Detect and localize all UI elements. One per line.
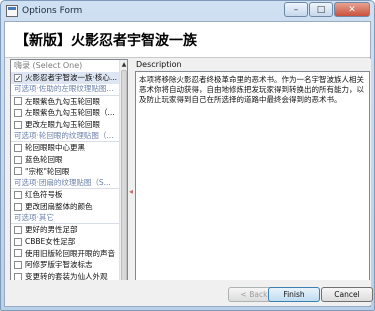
list-group-header: 可选项·轮回眼的纹理贴图（... [11, 130, 121, 143]
group-label: 可选项·其它 [14, 213, 54, 223]
list-item-label: 更改团扇整体的颜色 [25, 201, 93, 211]
list-item-label: 左眼紫色九勾玉轮回眼（... [25, 108, 115, 118]
list-item-label: CBBE女性足部 [25, 236, 76, 246]
list-item[interactable]: 轮回眼眼中心更黑 [11, 142, 121, 154]
group-label: 可选项·佐助的左眼纹理贴图... [14, 84, 114, 94]
list-group-header: 可选项·其它 [11, 212, 121, 225]
title-bar[interactable]: Options Form – □ ✕ [1, 1, 374, 21]
group-label: 可选项·轮回眼的纹理贴图（... [14, 131, 114, 141]
checkbox-icon[interactable] [14, 167, 22, 176]
list-scrollbar[interactable]: ▲ ▼ [119, 60, 127, 304]
split-arrow-icon: ◂ [129, 187, 134, 196]
options-list: 火影忍者宇智波一族·核心... 可选项·佐助的左眼纹理贴图... 左眼紫色九勾玉轮回… [11, 72, 121, 304]
list-item-label: 更好的男性足部 [25, 225, 78, 235]
description-text: 本项将移除火影忍者终极革命里的恶术书。作为一名宇智波族人相关恶术你将自动获得，自… [135, 71, 370, 303]
close-button[interactable]: ✕ [334, 2, 370, 17]
list-item[interactable]: 使用旧版轮回眼开眼的声音 [11, 248, 121, 260]
checkbox-checked-icon[interactable] [14, 73, 22, 82]
checkbox-icon[interactable] [14, 144, 22, 153]
list-item[interactable]: CBBE女性足部 [11, 236, 121, 248]
options-list-panel: 嗨录 (Select One) 火影忍者宇智波一族·核心... 可选项·佐助的左眼… [10, 59, 128, 305]
client-area: 【新版】火影忍者宇智波一族 嗨录 (Select One) 火影忍者宇智波一族·… [4, 21, 373, 307]
list-item[interactable]: 更改左眼九勾玉轮回眼 [11, 119, 121, 131]
page-title: 【新版】火影忍者宇智波一族 [15, 33, 197, 49]
description-label: Description [136, 60, 182, 69]
checkbox-icon[interactable] [14, 202, 22, 211]
list-item-label: 阿修罗版宇智波标志 [25, 260, 93, 270]
window-controls: – □ ✕ [284, 2, 370, 17]
checkbox-icon[interactable] [14, 120, 22, 129]
list-item[interactable]: "宗枢"轮回眼 [11, 166, 121, 178]
group-label: 可选项·团扇的纹理贴图（S... [14, 177, 111, 187]
list-item[interactable]: 左眼紫色九勾玉轮回眼 [11, 96, 121, 108]
checkbox-icon[interactable] [14, 237, 22, 246]
checkbox-icon[interactable] [14, 249, 22, 258]
button-bar: < Back Finish Cancel [5, 280, 373, 306]
maximize-button[interactable]: □ [309, 2, 333, 17]
list-item[interactable]: 更改团扇整体的颜色 [11, 201, 121, 213]
list-item[interactable]: 左眼紫色九勾玉轮回眼（... [11, 107, 121, 119]
list-item-label: 使用旧版轮回眼开眼的声音 [25, 248, 115, 258]
description-panel: Description 本项将移除火影忍者终极革命里的恶术书。作为一名宇智波族人… [135, 59, 371, 305]
checkbox-icon[interactable] [14, 190, 22, 199]
list-item[interactable]: 火影忍者宇智波一族·核心... [11, 72, 121, 84]
checkbox-icon[interactable] [14, 226, 22, 235]
header-banner: 【新版】火影忍者宇智波一族 [5, 22, 370, 58]
list-item-label: 更改左眼九勾玉轮回眼 [25, 119, 100, 129]
scroll-thumb[interactable] [121, 70, 127, 296]
checkbox-icon[interactable] [14, 155, 22, 164]
minimize-button[interactable]: – [284, 2, 308, 17]
list-group-header: 可选项·团扇的纹理贴图（S... [11, 177, 121, 190]
finish-button[interactable]: Finish [268, 287, 320, 302]
list-item[interactable]: 更好的男性足部 [11, 224, 121, 236]
checkbox-icon[interactable] [14, 260, 22, 269]
list-item-label: 火影忍者宇智波一族·核心... [25, 73, 118, 82]
list-item-label: 红色符号板 [25, 190, 63, 200]
list-item-label: 轮回眼眼中心更黑 [25, 143, 85, 153]
scroll-up-arrow-icon[interactable]: ▲ [120, 60, 128, 69]
list-item[interactable]: 阿修罗版宇智波标志 [11, 259, 121, 271]
app-icon [6, 5, 18, 17]
list-item[interactable]: 蓝色轮回眼 [11, 154, 121, 166]
list-item-label: 蓝色轮回眼 [25, 154, 63, 164]
panel-splitter[interactable]: ◂ [128, 59, 135, 305]
list-item[interactable]: 红色符号板 [11, 189, 121, 201]
checkbox-icon[interactable] [14, 108, 22, 117]
list-item-label: "宗枢"轮回眼 [25, 166, 70, 176]
window-title: Options Form [22, 6, 83, 16]
list-header: 嗨录 (Select One) [14, 61, 83, 70]
options-form-window: Options Form – □ ✕ 【新版】火影忍者宇智波一族 嗨录 (Sel… [0, 0, 375, 311]
cancel-button[interactable]: Cancel [321, 287, 373, 302]
checkbox-icon[interactable] [14, 97, 22, 106]
list-item-label: 左眼紫色九勾玉轮回眼 [25, 96, 100, 106]
list-group-header: 可选项·佐助的左眼纹理贴图... [11, 84, 121, 96]
